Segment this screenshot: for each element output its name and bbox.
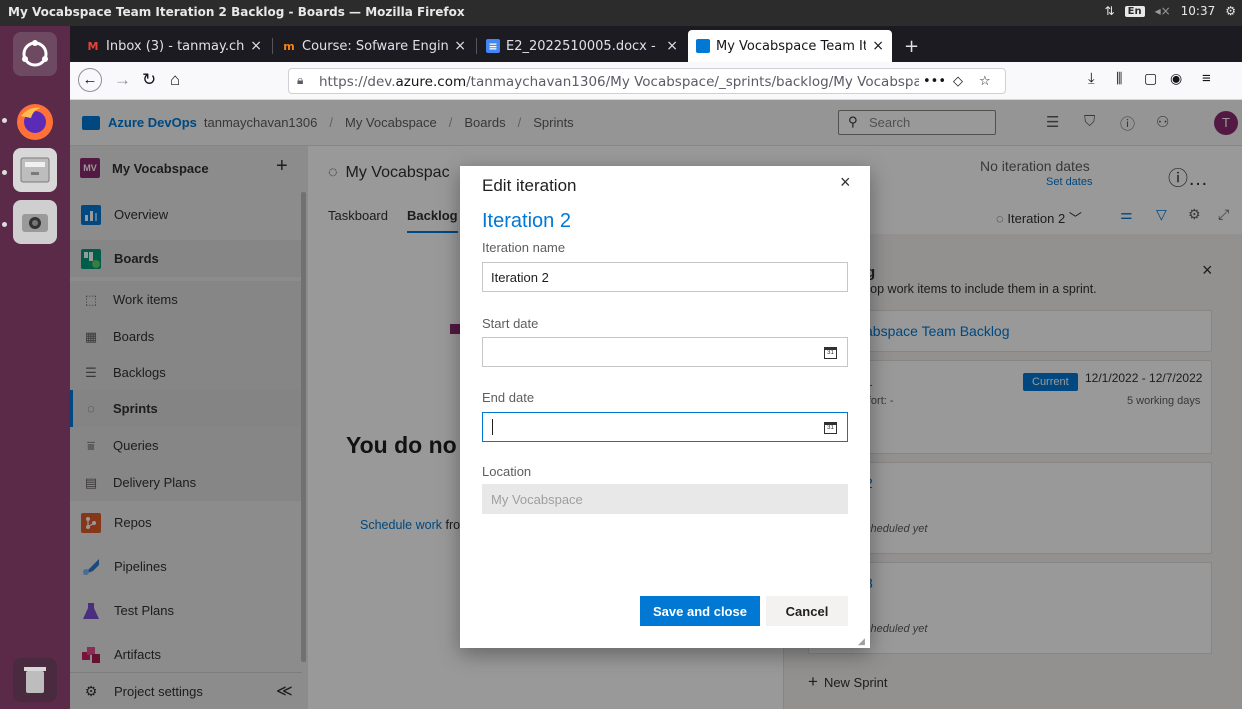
save-and-close-button[interactable]: Save and close [640, 596, 760, 626]
new-tab-button[interactable]: + [896, 32, 926, 60]
running-indicator [2, 118, 7, 123]
location-field [482, 484, 848, 514]
iteration-heading: Iteration 2 [482, 210, 571, 232]
calendar-icon[interactable]: 31 [824, 347, 837, 359]
close-tab-icon[interactable]: × [454, 38, 466, 54]
close-tab-icon[interactable]: × [250, 38, 262, 54]
window-title: My Vocabspace Team Iteration 2 Backlog -… [8, 5, 465, 19]
bookmark-star-icon[interactable]: ☆ [979, 74, 991, 89]
iteration-name-label: Iteration name [482, 240, 566, 255]
close-tab-icon[interactable]: × [872, 38, 884, 54]
moodle-icon: m [283, 39, 295, 53]
keyboard-layout-indicator[interactable]: En [1124, 5, 1145, 17]
trash-icon[interactable] [13, 658, 57, 702]
browser-tab-gmail[interactable]: M Inbox (3) - tanmay.chava × [78, 32, 270, 60]
sidebar-icon[interactable]: ▢ [1144, 70, 1157, 87]
clock[interactable]: 10:37 [1181, 4, 1216, 18]
url-bar[interactable]: 🔒︎ https://dev.azure.com/tanmaychavan130… [288, 68, 1006, 94]
downloads-icon[interactable]: ⤓ [1088, 70, 1095, 87]
lock-icon[interactable]: 🔒︎ [297, 73, 303, 88]
start-date-label: Start date [482, 316, 539, 331]
library-icon[interactable]: ⫼ [1116, 70, 1122, 87]
location-label: Location [482, 464, 532, 479]
text-cursor [492, 419, 493, 435]
settings-gear-icon[interactable]: ⚙ [1225, 4, 1236, 18]
dialog-title: Edit iteration [482, 176, 577, 195]
browser-navigation-bar: ← → ↻ ⌂ 🔒︎ https://dev.azure.com/tanmayc… [70, 62, 1242, 100]
back-button[interactable]: ← [78, 68, 102, 92]
cancel-button[interactable]: Cancel [766, 596, 848, 626]
volume-icon[interactable]: ◂× [1155, 4, 1171, 18]
home-button[interactable]: ⌂ [170, 70, 180, 90]
reload-button[interactable]: ↻ [142, 70, 156, 90]
end-date-label: End date [482, 390, 535, 405]
running-indicator [2, 222, 7, 227]
os-top-bar: My Vocabspace Team Iteration 2 Backlog -… [0, 0, 1242, 26]
account-icon[interactable]: ◉ [1170, 70, 1182, 87]
iteration-name-input[interactable] [482, 262, 848, 292]
running-indicator [2, 170, 7, 175]
system-tray: ⇅ En ◂× 10:37 ⚙ [1105, 4, 1236, 18]
resize-grip-icon[interactable]: ◢ [858, 636, 865, 647]
start-date-input[interactable] [482, 337, 848, 367]
menu-icon[interactable]: ≡ [1202, 70, 1211, 87]
browser-tab-docs[interactable]: ≡ E2_2022510005.docx - C × [478, 32, 686, 60]
edit-iteration-dialog: Edit iteration × Iteration 2 Iteration n… [460, 166, 870, 648]
ubuntu-launcher [0, 26, 70, 709]
calendar-icon[interactable]: 31 [824, 422, 837, 434]
url-text: https://dev.azure.com/tanmaychavan1306/M… [319, 74, 919, 90]
pocket-icon[interactable]: ◇ [953, 74, 963, 89]
page-actions-button[interactable]: ••• [923, 74, 946, 89]
docs-icon: ≡ [486, 39, 500, 53]
browser-tab-course[interactable]: m Course: Sofware Engine × [274, 32, 474, 60]
close-icon[interactable]: × [840, 172, 851, 193]
firefox-icon[interactable] [13, 100, 57, 144]
screenshot-camera-icon[interactable] [13, 200, 57, 244]
gmail-icon: M [87, 39, 99, 53]
forward-button[interactable]: → [114, 70, 131, 90]
close-tab-icon[interactable]: × [666, 38, 678, 54]
ubuntu-dash-icon[interactable] [13, 32, 57, 76]
azure-devops-icon [696, 39, 710, 53]
browser-tab-bar: M Inbox (3) - tanmay.chava × m Course: S… [70, 26, 1242, 62]
files-icon[interactable] [13, 148, 57, 192]
browser-tab-azure-devops[interactable]: My Vocabspace Team Ite × [688, 30, 892, 62]
network-icon[interactable]: ⇅ [1105, 4, 1115, 18]
end-date-input[interactable] [482, 412, 848, 442]
